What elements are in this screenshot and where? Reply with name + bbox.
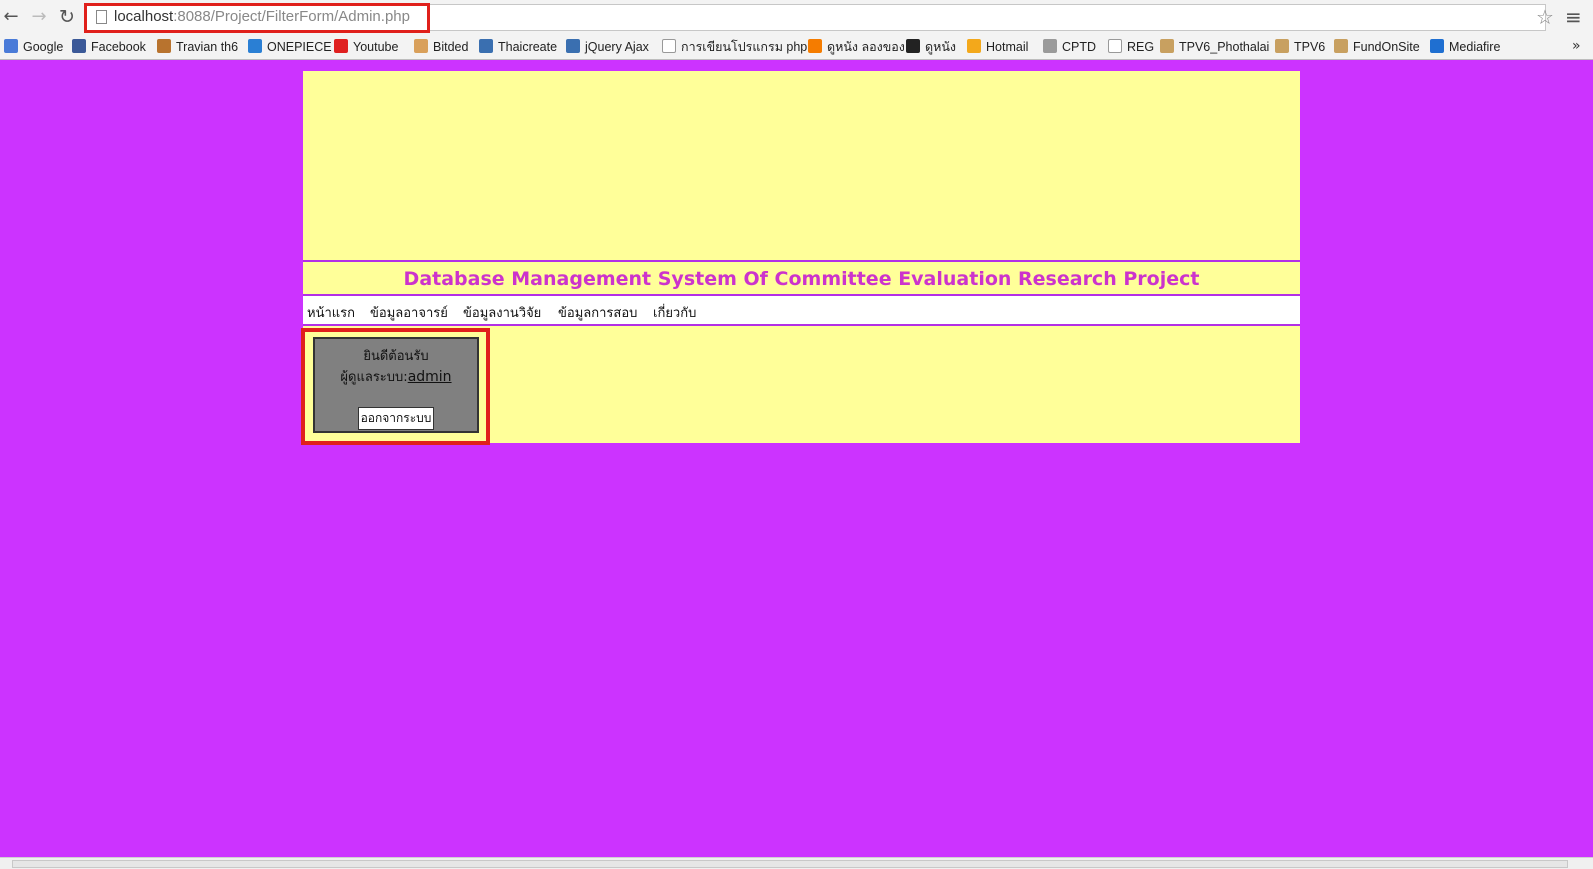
bookmark-label: Hotmail	[986, 40, 1029, 54]
site-title: Database Management System Of Committee …	[403, 268, 1200, 290]
bookmark-hotmail[interactable]: Hotmail	[967, 38, 1028, 56]
header-banner	[303, 71, 1300, 262]
horizontal-scrollbar[interactable]	[0, 857, 1593, 869]
bookmark-label: ONEPIECE	[267, 40, 332, 54]
menu-research[interactable]: ข้อมูลงานวิจัย	[463, 302, 541, 323]
bookmark-label: jQuery Ajax	[585, 40, 649, 54]
bookmark-label: Thaicreate	[498, 40, 558, 54]
bookmark-youtube[interactable]: Youtube	[334, 38, 398, 56]
bitded-icon	[414, 39, 428, 53]
bookmark-cptd[interactable]: CPTD	[1043, 38, 1096, 56]
menu-about[interactable]: เกี่ยวกับ	[653, 302, 696, 323]
menu-exams[interactable]: ข้อมูลการสอบ	[558, 302, 637, 323]
windows-icon	[967, 39, 981, 53]
bookmark-label: Travian th6	[176, 40, 239, 54]
bookmark-label: TPV6	[1294, 40, 1326, 54]
bookmark-label: Bitded	[433, 40, 469, 54]
facebook-icon	[72, 39, 86, 53]
mediafire-icon	[1430, 39, 1444, 53]
back-arrow-icon[interactable]: ←	[0, 6, 22, 28]
bookmark-jquery-ajax[interactable]: jQuery Ajax	[566, 38, 649, 56]
bookmarks-overflow-icon[interactable]: »	[1572, 38, 1581, 54]
forward-arrow-icon[interactable]: →	[28, 6, 50, 28]
page-icon	[1108, 39, 1122, 53]
bookmark-label: การเขียนโปรแกรม php	[681, 40, 808, 54]
url-highlight-box	[84, 3, 430, 33]
youtube-icon	[334, 39, 348, 53]
menu-home[interactable]: หน้าแรก	[307, 302, 355, 323]
bookmark-travian[interactable]: Travian th6	[157, 38, 238, 56]
bookmark-label: CPTD	[1062, 40, 1097, 54]
thaicreate-icon	[479, 39, 493, 53]
bookmark-label: Google	[23, 40, 64, 54]
travian-icon	[157, 39, 171, 53]
bookmark-tpv6[interactable]: TPV6	[1275, 38, 1325, 56]
login-highlight-box	[301, 328, 490, 445]
tpv6-icon	[1275, 39, 1289, 53]
bookmark-label: ดูหนัง	[925, 40, 957, 54]
scrollbar-thumb[interactable]	[12, 860, 1568, 868]
bookmark-thaicreate[interactable]: Thaicreate	[479, 38, 557, 56]
menu-teachers[interactable]: ข้อมูลอาจารย์	[370, 302, 448, 323]
title-bar: Database Management System Of Committee …	[303, 262, 1300, 296]
bookmark-label: Mediafire	[1449, 40, 1501, 54]
bookmark-google[interactable]: Google	[4, 38, 63, 56]
google-icon	[4, 39, 18, 53]
bookmark-onepiece[interactable]: ONEPIECE	[248, 38, 332, 56]
bookmark-hd-movie[interactable]: ดูหนัง	[906, 38, 956, 56]
bookmark-label: ดูหนัง ลองของ	[827, 40, 905, 54]
page-icon	[662, 39, 676, 53]
hd-icon	[906, 39, 920, 53]
bookmark-fundonsite[interactable]: FundOnSite	[1334, 38, 1420, 56]
bookmark-label: Facebook	[91, 40, 146, 54]
bookmark-label: REG	[1127, 40, 1155, 54]
tpv6-icon	[1160, 39, 1174, 53]
bookmark-tpv6-phothalai[interactable]: TPV6_Phothalai	[1160, 38, 1269, 56]
bookmarks-bar: Google Facebook Travian th6 ONEPIECE You…	[0, 34, 1593, 60]
blogger-icon	[808, 39, 822, 53]
jquery-icon	[566, 39, 580, 53]
browser-toolbar: ← → ↻ localhost:8088/Project/FilterForm/…	[0, 0, 1593, 34]
fundonsite-icon	[1334, 39, 1348, 53]
reload-icon[interactable]: ↻	[56, 6, 78, 28]
bookmark-blogger[interactable]: ดูหนัง ลองของ	[808, 38, 905, 56]
bookmark-reg[interactable]: REG	[1108, 38, 1154, 56]
bookmark-label: TPV6_Phothalai	[1179, 40, 1270, 54]
content-area: ยินดีต้อนรับ ผู้ดูแลระบบ:admin ออกจากระบ…	[301, 326, 1300, 445]
bookmark-mediafire[interactable]: Mediafire	[1430, 38, 1500, 56]
page-container: Database Management System Of Committee …	[301, 70, 1301, 445]
main-menu: หน้าแรก ข้อมูลอาจารย์ ข้อมูลงานวิจัย ข้อ…	[303, 296, 1300, 326]
cptd-icon	[1043, 39, 1057, 53]
bookmark-label: Youtube	[353, 40, 399, 54]
bookmark-star-icon[interactable]: ☆	[1536, 5, 1554, 29]
bookmark-php[interactable]: การเขียนโปรแกรม php	[662, 38, 807, 56]
bookmark-bitded[interactable]: Bitded	[414, 38, 468, 56]
onepiece-icon	[248, 39, 262, 53]
bookmark-label: FundOnSite	[1353, 40, 1420, 54]
bookmark-facebook[interactable]: Facebook	[72, 38, 146, 56]
browser-menu-icon[interactable]: ≡	[1565, 5, 1582, 29]
